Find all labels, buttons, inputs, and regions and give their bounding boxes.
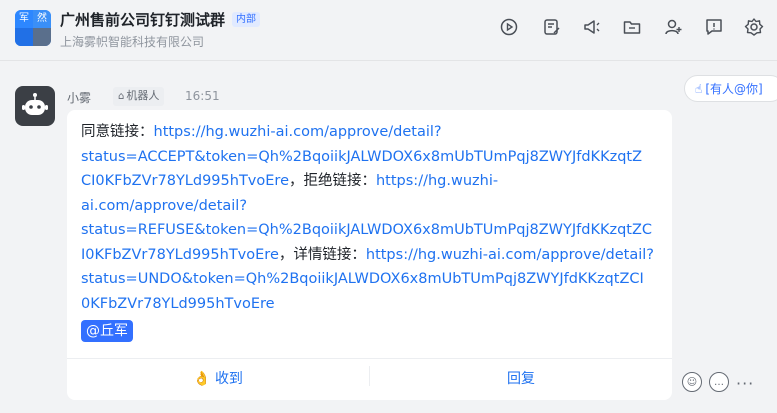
message-time: 16:51: [185, 89, 220, 103]
robot-icon: [22, 93, 48, 115]
ok-hand-icon: 👌: [193, 371, 211, 387]
text-line: status=REFUSE&token=Qh%2BqoiikJALWDOX6x8…: [81, 218, 666, 243]
comment-icon[interactable]: …: [709, 372, 729, 392]
detail-link[interactable]: https://hg.wuzhi-ai.com/approve/detail?: [366, 247, 654, 263]
robot-tag-icon: ⌂: [118, 91, 125, 102]
sender-name[interactable]: 小雾: [67, 89, 91, 106]
bot-avatar[interactable]: [15, 86, 55, 126]
message-card: 同意链接：https://hg.wuzhi-ai.com/approve/det…: [67, 110, 672, 400]
text-line: I0KFbZVr78YLd995hTvoEre，详情链接：https://hg.…: [81, 243, 666, 268]
avatar-cell: [33, 28, 51, 46]
detail-link[interactable]: 0KFbZVr78YLd995hTvoEre: [81, 296, 275, 312]
bot-tag: ⌂ 机器人: [113, 87, 165, 106]
text-line: 0KFbZVr78YLd995hTvoEre: [81, 292, 666, 317]
bot-tag-label: 机器人: [126, 89, 160, 102]
received-button[interactable]: 👌 收到: [67, 359, 369, 400]
text-line: status=ACCEPT&token=Qh%2BqoiikJALWDOX6x8…: [81, 145, 666, 170]
hand-pointer-icon: ☝: [695, 82, 703, 96]
text-line: ai.com/approve/detail?: [81, 194, 666, 219]
add-member-icon[interactable]: [662, 16, 684, 38]
text-line: 同意链接：https://hg.wuzhi-ai.com/approve/det…: [81, 120, 666, 145]
reject-label: ，拒绝链接：: [288, 173, 376, 189]
mention-jump-button[interactable]: ☝ [有人@你]: [684, 75, 777, 102]
approve-label: 同意链接：: [81, 124, 154, 140]
approve-link[interactable]: https://hg.wuzhi-ai.com/approve/detail?: [154, 124, 442, 140]
org-name: 上海雾帜智能科技有限公司: [60, 35, 205, 49]
more-icon[interactable]: ···: [736, 374, 754, 393]
history-icon[interactable]: [498, 16, 520, 38]
chat-header: 军 然 广州售前公司钉钉测试群 内部 上海雾帜智能科技有限公司: [0, 0, 777, 61]
reject-link[interactable]: status=REFUSE&token=Qh%2BqoiikJALWDOX6x8…: [81, 222, 652, 238]
settings-icon[interactable]: [743, 16, 765, 38]
avatar-cell: 军: [15, 10, 33, 28]
internal-badge: 内部: [232, 12, 260, 27]
text-line: CI0KFbZVr78YLd995hTvoEre，拒绝链接：https://hg…: [81, 169, 666, 194]
approve-link[interactable]: status=ACCEPT&token=Qh%2BqoiikJALWDOX6x8…: [81, 149, 642, 165]
group-avatar[interactable]: 军 然: [15, 10, 51, 46]
message-text: 同意链接：https://hg.wuzhi-ai.com/approve/det…: [81, 120, 666, 316]
mention-tag[interactable]: @丘军: [81, 320, 133, 342]
reject-link[interactable]: https://hg.wuzhi-: [376, 173, 498, 189]
detail-label: ，详情链接：: [278, 246, 366, 263]
folder-icon[interactable]: [621, 16, 643, 38]
received-label: 收到: [214, 371, 243, 387]
detail-link[interactable]: status=UNDO&token=Qh%2BqoiikJALWDOX6x8mU…: [81, 271, 644, 287]
reply-button[interactable]: 回复: [370, 359, 672, 400]
avatar-cell: [15, 28, 33, 46]
emoji-reaction-icon[interactable]: ☺: [682, 372, 702, 392]
announcement-icon[interactable]: [581, 16, 603, 38]
text-line: status=UNDO&token=Qh%2BqoiikJALWDOX6x8mU…: [81, 267, 666, 292]
reject-link[interactable]: I0KFbZVr78YLd995hTvoEre: [81, 247, 279, 263]
mention-pill-label: [有人@你]: [705, 82, 763, 96]
todo-icon[interactable]: [703, 16, 725, 38]
avatar-cell: 然: [33, 10, 51, 28]
group-title[interactable]: 广州售前公司钉钉测试群: [60, 9, 225, 30]
notes-icon[interactable]: [541, 16, 563, 38]
reject-link[interactable]: ai.com/approve/detail?: [81, 198, 247, 214]
approve-link[interactable]: CI0KFbZVr78YLd995hTvoEre: [81, 173, 289, 189]
